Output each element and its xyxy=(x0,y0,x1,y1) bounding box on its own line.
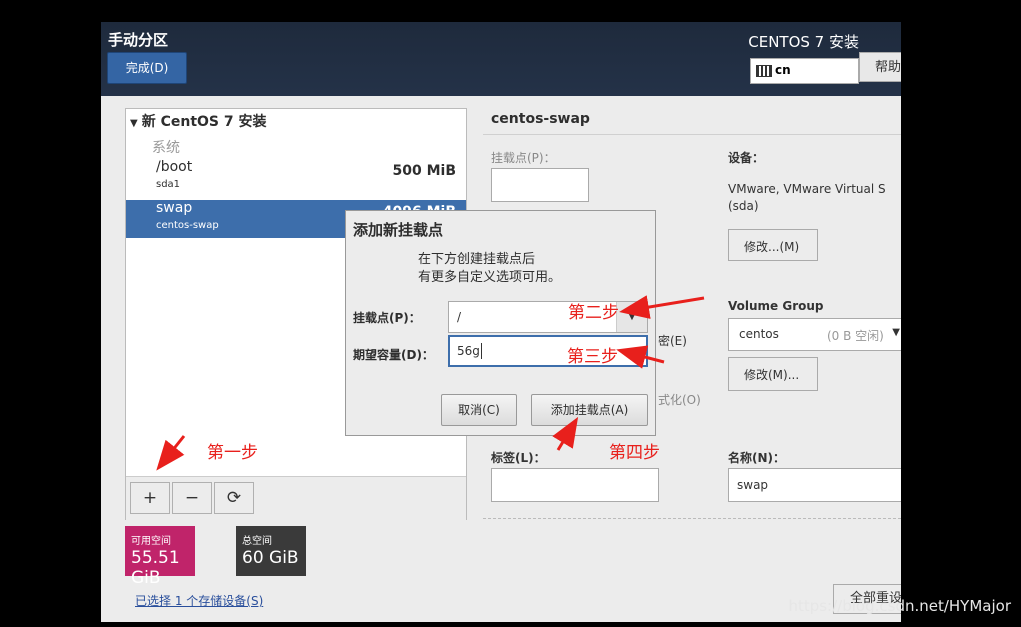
watermark: https://blog.csdn.net/HYMajor xyxy=(788,597,1011,615)
available-space-box: 可用空间 55.51 GiB xyxy=(125,526,195,588)
help-button[interactable]: 帮助 xyxy=(859,52,901,82)
partition-device: sda1 xyxy=(156,179,181,190)
system-group-label: 系统 xyxy=(152,140,180,156)
keyboard-layout-indicator[interactable]: cn xyxy=(750,58,859,84)
cancel-button[interactable]: 取消(C) xyxy=(441,394,517,426)
label-field[interactable] xyxy=(491,468,659,502)
volume-group-select[interactable]: centos (0 B 空闲) ▼ xyxy=(728,318,901,351)
annotation-step3: 第三步 xyxy=(567,347,618,367)
name-field-label: 名称(N)： xyxy=(728,451,786,465)
dialog-capacity-input[interactable]: 56g xyxy=(448,335,648,367)
expand-triangle-icon[interactable]: ▼ xyxy=(130,118,138,129)
total-space-label: 总空间 xyxy=(242,536,272,547)
dialog-description-line: 有更多自定义选项可用。 xyxy=(418,270,562,285)
encrypt-checkbox-label[interactable]: 密(E) xyxy=(658,332,687,349)
reformat-checkbox-label[interactable]: 式化(O) xyxy=(658,391,701,408)
mount-point-label: 挂载点(P)： xyxy=(491,151,556,165)
annotation-step4: 第四步 xyxy=(609,443,660,463)
os-title: CENTOS 7 安装 xyxy=(748,33,859,51)
dialog-description-line: 在下方创建挂载点后 xyxy=(418,252,536,267)
device-modify-button[interactable]: 修改...(M) xyxy=(728,229,818,261)
remove-partition-button[interactable]: − xyxy=(172,482,212,514)
dialog-capacity-value: 56g xyxy=(457,344,480,358)
partition-device: centos-swap xyxy=(156,220,219,231)
partition-mount: /boot xyxy=(156,159,193,175)
storage-devices-link[interactable]: 已选择 1 个存储设备(S) xyxy=(135,592,263,609)
tree-root-label: 新 CentOS 7 安装 xyxy=(141,114,267,130)
chevron-down-icon[interactable]: ▼ xyxy=(616,302,647,332)
refresh-button[interactable]: ⟳ xyxy=(214,482,254,514)
keyboard-layout-label: cn xyxy=(775,63,791,77)
partition-item-boot[interactable]: /boot sda1 500 MiB xyxy=(126,159,466,197)
partition-mount: swap xyxy=(156,200,193,216)
keyboard-icon xyxy=(756,65,772,77)
mount-point-field[interactable] xyxy=(491,168,589,202)
dialog-mount-value: / xyxy=(457,310,462,324)
device-sub: (sda) xyxy=(728,199,759,213)
dialog-description: 在下方创建挂载点后 有更多自定义选项可用。 xyxy=(418,251,561,287)
available-space-label: 可用空间 xyxy=(131,536,171,547)
volume-group-name: centos xyxy=(739,327,779,341)
text-cursor xyxy=(481,343,482,359)
done-button[interactable]: 完成(D) xyxy=(107,52,187,84)
annotation-step1: 第一步 xyxy=(207,443,258,463)
partition-toolbar: + − ⟳ xyxy=(126,476,466,520)
partition-size: 500 MiB xyxy=(392,163,457,179)
divider xyxy=(483,134,901,135)
detail-title: centos-swap xyxy=(491,111,590,127)
volume-group-label: Volume Group xyxy=(728,299,824,313)
volume-group-free: (0 B 空闲) xyxy=(827,329,884,343)
tree-root[interactable]: ▼ 新 CentOS 7 安装 xyxy=(130,111,266,131)
total-space-value: 60 GiB xyxy=(242,548,299,568)
device-label: 设备： xyxy=(728,151,765,165)
device-text: VMware, VMware Virtual S xyxy=(728,182,886,196)
volume-group-modify-button[interactable]: 修改(M)... xyxy=(728,357,818,391)
available-space-value: 55.51 GiB xyxy=(131,548,180,588)
add-mount-point-dialog: 添加新挂载点 在下方创建挂载点后 有更多自定义选项可用。 挂载点(P)： / ▼… xyxy=(345,210,656,436)
divider xyxy=(483,518,901,519)
dialog-mount-label: 挂载点(P)： xyxy=(353,311,421,325)
dialog-capacity-label: 期望容量(D)： xyxy=(353,348,434,362)
total-space-box: 总空间 60 GiB xyxy=(236,526,306,576)
label-field-label: 标签(L)： xyxy=(491,451,546,465)
dialog-title: 添加新挂载点 xyxy=(353,221,444,239)
page-title: 手动分区 xyxy=(108,31,169,49)
name-field[interactable]: swap xyxy=(728,468,901,502)
add-mount-point-button[interactable]: 添加挂载点(A) xyxy=(531,394,648,426)
add-partition-button[interactable]: + xyxy=(130,482,170,514)
chevron-down-icon: ▼ xyxy=(892,327,900,338)
header-bar: 手动分区 完成(D) CENTOS 7 安装 cn 帮助 xyxy=(101,22,901,96)
annotation-step2: 第二步 xyxy=(568,303,619,323)
